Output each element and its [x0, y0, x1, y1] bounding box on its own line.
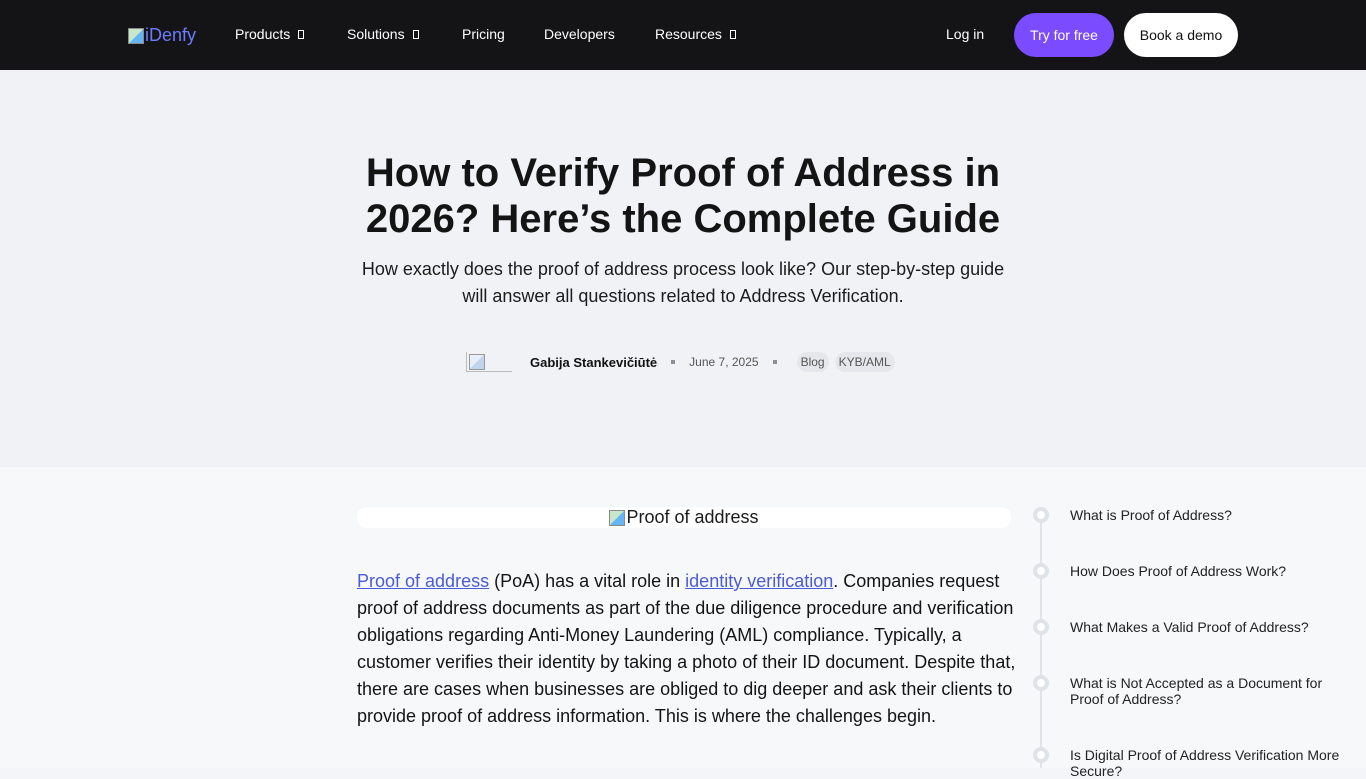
hero-section: How to Verify Proof of Address in 2026? …	[0, 70, 1366, 467]
toc-line	[1040, 515, 1042, 768]
chevron-down-icon	[412, 29, 419, 39]
article-paragraph: Proof of address (PoA) has a vital role …	[357, 568, 1017, 730]
book-demo-button[interactable]: Book a demo	[1124, 13, 1238, 57]
author-avatar	[466, 352, 512, 372]
broken-image-icon	[128, 27, 144, 44]
top-navbar: iDenfy Products Solutions Pricing Develo…	[0, 0, 1366, 70]
image-alt-text: Proof of address	[626, 507, 759, 527]
nav-item-label: Products	[235, 26, 291, 42]
post-meta: Gabija Stankevičiūtė June 7, 2025 Blog K…	[466, 340, 895, 384]
nav-item-products[interactable]: Products	[235, 26, 305, 42]
article-image: Proof of address	[357, 507, 1011, 528]
nav-item-pricing[interactable]: Pricing	[462, 26, 505, 42]
article-text: (PoA) has a vital role in	[489, 571, 686, 591]
post-date: June 7, 2025	[689, 355, 759, 369]
author-name[interactable]: Gabija Stankevičiūtė	[530, 355, 657, 370]
separator-dot	[671, 360, 676, 364]
separator-dot	[772, 360, 777, 364]
chevron-down-icon	[729, 29, 736, 39]
toc-item[interactable]: How Does Proof of Address Work?	[1033, 563, 1350, 579]
toc-item-label: How Does Proof of Address Work?	[1070, 563, 1287, 579]
nav-item-solutions[interactable]: Solutions	[347, 26, 419, 42]
nav-item-label: Solutions	[347, 26, 405, 42]
toc-item-label: What is Proof of Address?	[1070, 507, 1232, 523]
page-title: How to Verify Proof of Address in 2026? …	[365, 151, 1001, 241]
page-subtitle: How exactly does the proof of address pr…	[361, 259, 1005, 306]
broken-image-icon	[609, 509, 626, 526]
nav-item-label: Resources	[655, 26, 722, 42]
toc-bullet-icon	[1033, 507, 1049, 523]
try-for-free-button[interactable]: Try for free	[1014, 13, 1114, 57]
chevron-down-icon	[298, 29, 305, 39]
tag-blog[interactable]: Blog	[796, 352, 829, 372]
toc-item[interactable]: What is Not Accepted as a Document for P…	[1033, 675, 1350, 707]
toc-bullet-icon	[1033, 747, 1049, 763]
logo-text: iDenfy	[145, 25, 197, 45]
toc-item[interactable]: What is Proof of Address?	[1033, 507, 1350, 523]
identity-verification-link[interactable]: identity verification	[685, 571, 833, 591]
article-text: . Companies request proof of address doc…	[357, 571, 1016, 726]
nav-item-label: Developers	[544, 26, 615, 42]
tag-kyb-aml[interactable]: KYB/AML	[834, 352, 895, 372]
logo[interactable]: iDenfy	[128, 25, 196, 46]
toc-bullet-icon	[1033, 563, 1049, 579]
toc-item-label: What is Not Accepted as a Document for P…	[1070, 675, 1323, 707]
toc-bullet-icon	[1033, 619, 1049, 635]
nav-item-developers[interactable]: Developers	[544, 26, 615, 42]
toc-item-label: Is Digital Proof of Address Verification…	[1070, 747, 1340, 779]
login-link[interactable]: Log in	[946, 26, 984, 42]
nav-item-label: Pricing	[462, 26, 505, 42]
toc-bullet-icon	[1033, 675, 1049, 691]
nav-item-resources[interactable]: Resources	[655, 26, 736, 42]
article-section: Proof of address Proof of address (PoA) …	[0, 467, 1366, 779]
proof-of-address-link[interactable]: Proof of address	[357, 571, 489, 591]
toc-item-label: What Makes a Valid Proof of Address?	[1070, 619, 1309, 635]
toc-item[interactable]: Is Digital Proof of Address Verification…	[1033, 747, 1350, 779]
toc-item[interactable]: What Makes a Valid Proof of Address?	[1033, 619, 1350, 635]
